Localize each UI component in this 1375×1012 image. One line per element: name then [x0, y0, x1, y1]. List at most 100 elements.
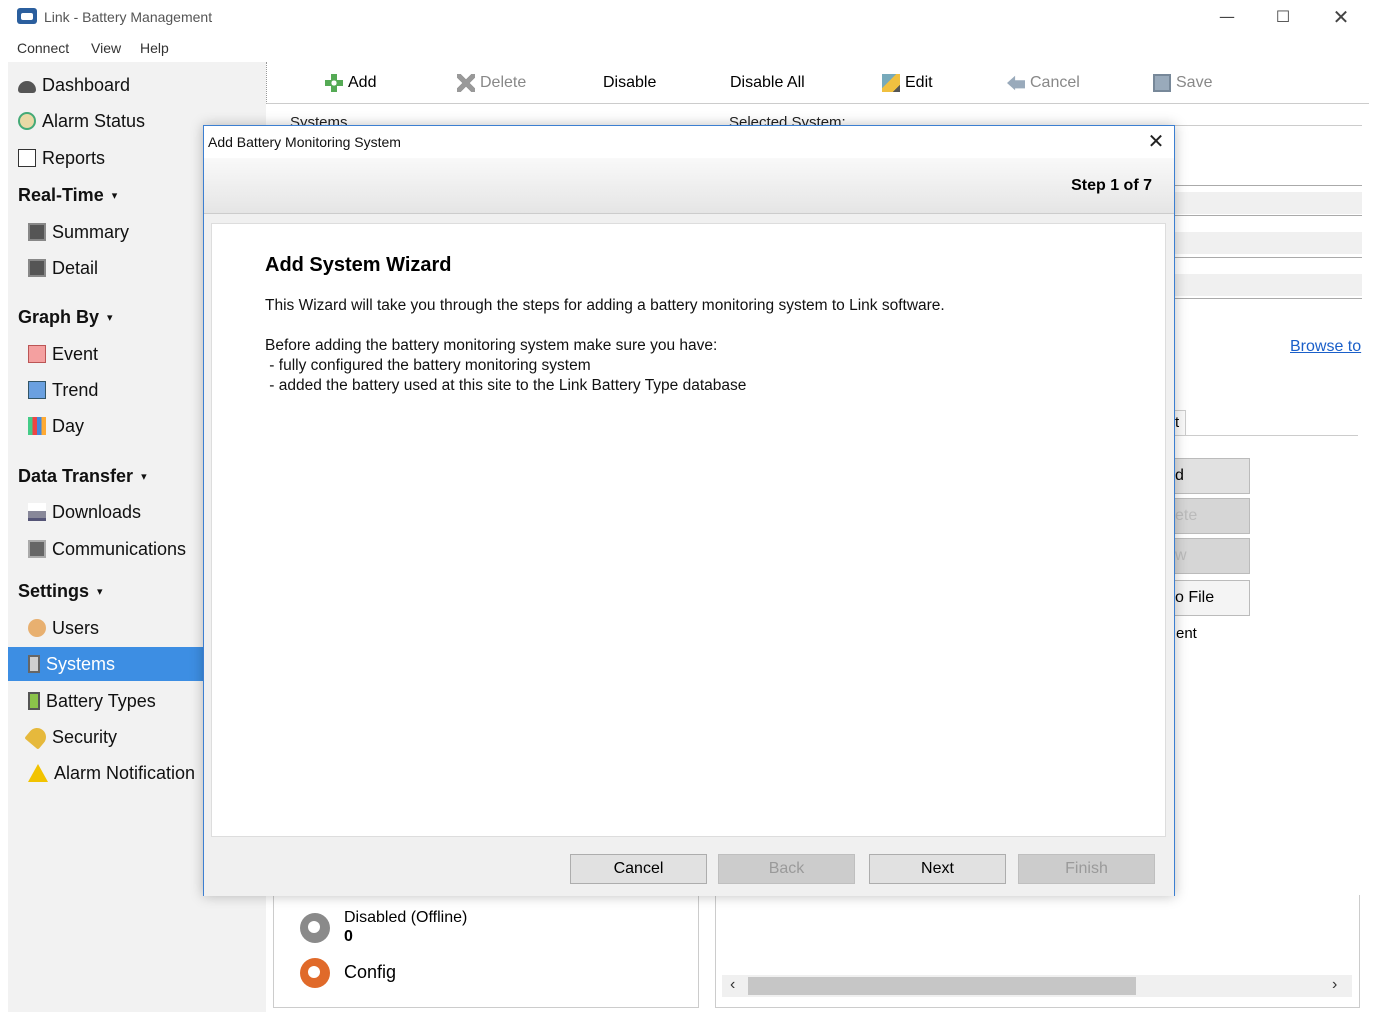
sidebar-item-label: Downloads	[52, 501, 142, 522]
wizard-next-button[interactable]: Next	[869, 854, 1006, 884]
add-system-dialog: Add Battery Monitoring System ✕ Step 1 o…	[203, 125, 1175, 896]
wizard-finish-button[interactable]: Finish	[1018, 854, 1155, 884]
download-icon	[28, 503, 46, 521]
sidebar-item-label: Alarm Status	[42, 110, 146, 131]
sidebar-item-label: Communications	[52, 538, 187, 559]
add-icon	[325, 74, 343, 92]
delete-button[interactable]: Delete	[457, 74, 526, 92]
field-row[interactable]	[1174, 192, 1362, 214]
dialog-close-button[interactable]: ✕	[1144, 130, 1168, 154]
sidebar-item-dashboard[interactable]: Dashboard	[18, 68, 130, 102]
sidebar-item-label: Battery Types	[46, 690, 156, 711]
partial-button[interactable]: d	[1174, 458, 1250, 494]
wizard-back-button[interactable]: Back	[718, 854, 855, 884]
disabled-status-icon	[300, 913, 330, 943]
battery-icon	[28, 692, 40, 710]
status-config-label: Config	[344, 962, 397, 982]
save-label: Save	[1176, 74, 1213, 91]
menu-view[interactable]: View	[91, 40, 121, 56]
menu-connect[interactable]: Connect	[17, 40, 69, 56]
save-disk-icon	[1153, 74, 1171, 92]
disable-all-button[interactable]: Disable All	[730, 74, 805, 92]
section-settings[interactable]: Settings ▾	[18, 574, 103, 608]
section-label: Settings	[18, 580, 90, 601]
caret-down-icon: ▾	[107, 311, 113, 324]
computer-icon	[28, 540, 46, 558]
caret-down-icon: ▾	[141, 470, 147, 483]
cancel-toolbar-button[interactable]: Cancel	[1007, 74, 1080, 92]
field-row[interactable]	[1174, 274, 1362, 296]
users-icon	[28, 619, 46, 637]
caret-down-icon: ▾	[97, 585, 103, 598]
report-icon	[18, 149, 36, 167]
save-button[interactable]: Save	[1153, 74, 1212, 92]
section-realtime[interactable]: Real-Time ▾	[18, 178, 117, 212]
title-bar: Link - Battery Management — ☐ ✕	[0, 0, 1375, 36]
edit-label: Edit	[905, 74, 933, 91]
sidebar-item-label: Summary	[52, 221, 130, 242]
sidebar-item-alarm-status[interactable]: Alarm Status	[18, 104, 145, 138]
menu-help[interactable]: Help	[140, 40, 169, 56]
dashboard-icon	[18, 81, 36, 93]
status-disabled-count: 0	[344, 928, 353, 945]
divider	[1174, 257, 1362, 258]
sidebar-item-communications[interactable]: Communications	[28, 532, 186, 566]
add-button[interactable]: Add	[325, 74, 376, 92]
bar-chart-icon	[28, 417, 46, 435]
sidebar-item-label: Systems	[46, 653, 116, 674]
close-window-button[interactable]: ✕	[1318, 4, 1364, 32]
monitor-icon	[28, 223, 46, 241]
sidebar-item-event[interactable]: Event	[28, 337, 98, 371]
partial-button[interactable]: o File	[1174, 580, 1250, 616]
wizard-cancel-button[interactable]: Cancel	[570, 854, 707, 884]
add-label: Add	[348, 74, 377, 91]
scroll-left-icon[interactable]: ‹	[730, 976, 735, 994]
sidebar-item-label: Users	[52, 617, 100, 638]
divider	[1174, 215, 1362, 216]
sidebar-item-battery-types[interactable]: Battery Types	[28, 684, 156, 718]
minimize-button[interactable]: —	[1204, 4, 1250, 32]
divider	[1174, 435, 1358, 436]
app-logo-icon	[17, 8, 37, 24]
undo-arrow-icon	[1007, 75, 1025, 91]
scroll-right-icon[interactable]: ›	[1332, 976, 1337, 994]
sidebar-item-label: Security	[52, 726, 118, 747]
sidebar-item-label: Alarm Notification	[54, 762, 196, 783]
monitor-icon	[28, 259, 46, 277]
sidebar-item-label: Detail	[52, 257, 99, 278]
section-label: Data Transfer	[18, 465, 134, 486]
maximize-button[interactable]: ☐	[1260, 4, 1306, 32]
browse-link[interactable]: Browse to	[1290, 338, 1361, 356]
sidebar-item-day[interactable]: Day	[28, 409, 84, 443]
section-graph-by[interactable]: Graph By ▾	[18, 300, 113, 334]
step-indicator: Step 1 of 7	[1071, 177, 1152, 194]
wizard-content: Add System Wizard This Wizard will take …	[211, 223, 1166, 837]
sidebar-item-trend[interactable]: Trend	[28, 373, 98, 407]
wizard-bullet: - added the battery used at this site to…	[265, 377, 747, 394]
partial-button[interactable]: w	[1174, 538, 1250, 574]
sidebar-item-alarm-notification[interactable]: Alarm Notification	[28, 756, 195, 790]
sidebar-item-label: Reports	[42, 147, 106, 168]
wizard-intro: This Wizard will take you through the st…	[265, 297, 945, 314]
sidebar-item-reports[interactable]: Reports	[18, 141, 105, 175]
disable-button[interactable]: Disable	[603, 74, 656, 92]
sidebar-item-detail[interactable]: Detail	[28, 251, 98, 285]
menu-bar: Connect View Help	[0, 38, 1375, 60]
dialog-footer: Cancel Back Next Finish	[204, 844, 1174, 896]
scrollbar-thumb[interactable]	[748, 977, 1136, 995]
sidebar-item-security[interactable]: Security	[24, 720, 118, 754]
section-label: Graph By	[18, 306, 100, 327]
sidebar-item-summary[interactable]: Summary	[28, 215, 129, 249]
partial-button[interactable]: ete	[1174, 498, 1250, 534]
section-data-transfer[interactable]: Data Transfer ▾	[18, 459, 147, 493]
edit-button[interactable]: Edit	[882, 74, 933, 92]
wizard-heading: Add System Wizard	[265, 254, 452, 276]
dialog-title: Add Battery Monitoring System	[208, 134, 401, 150]
sidebar-item-users[interactable]: Users	[28, 611, 99, 645]
tab-partial[interactable]: t	[1174, 410, 1186, 436]
status-disabled-label: Disabled (Offline)	[344, 909, 468, 926]
alarm-clock-icon	[18, 112, 36, 130]
sidebar-item-label: Event	[52, 343, 99, 364]
field-row[interactable]	[1174, 232, 1362, 254]
sidebar-item-downloads[interactable]: Downloads	[28, 495, 141, 529]
